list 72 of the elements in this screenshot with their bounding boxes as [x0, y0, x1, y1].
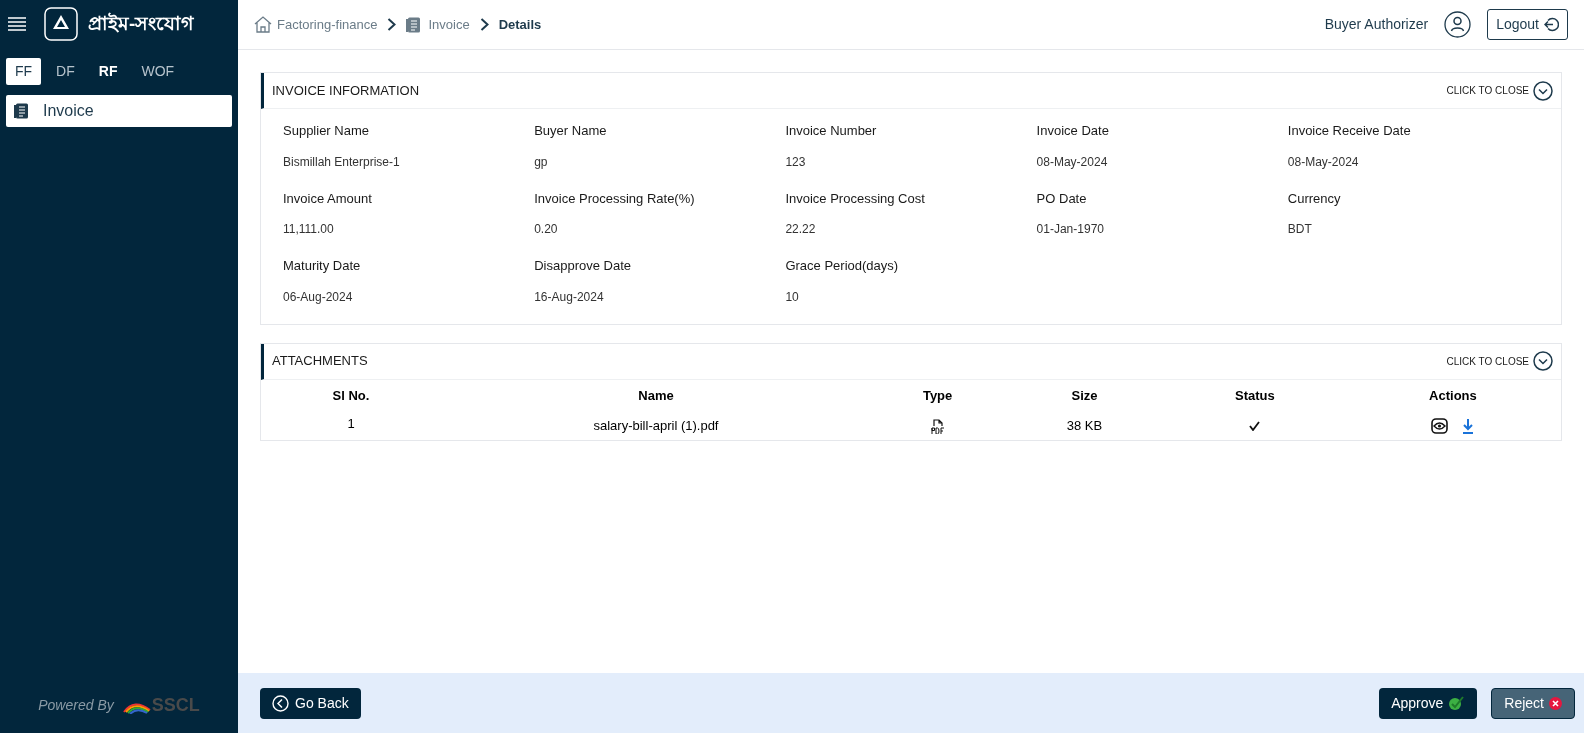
user-avatar-icon[interactable] [1444, 11, 1472, 38]
view-icon[interactable] [1431, 417, 1449, 434]
home-icon [254, 16, 272, 33]
field-label: Invoice Date [1036, 122, 1110, 140]
module-tab[interactable]: WOF [132, 58, 184, 85]
field-label: Invoice Processing Cost [785, 189, 926, 208]
menu-icon[interactable] [8, 17, 26, 31]
field-value: 01-Jan-1970 [1036, 221, 1105, 238]
breadcrumb-current: Details [498, 15, 542, 34]
field-value: 123 [785, 153, 807, 171]
powered-by-text: Powered By [38, 696, 114, 715]
chevron-down-circle-icon [1533, 351, 1553, 371]
field-value: 16-Aug-2024 [534, 288, 605, 306]
field-value: Bismillah Enterprise-1 [283, 153, 401, 171]
download-icon[interactable] [1462, 417, 1475, 434]
column-header: Status [1233, 386, 1276, 405]
field-value: BDT [1287, 221, 1313, 238]
field-label: Supplier Name [283, 122, 370, 140]
document-list-icon [406, 16, 422, 33]
field-value: 22.22 [785, 221, 817, 238]
column-header: Type [921, 386, 954, 405]
module-tab[interactable]: DF [47, 58, 84, 85]
panel-title: ATTACHMENTS [272, 352, 368, 371]
field-label: Invoice Number [785, 122, 878, 140]
field-value: 0.20 [534, 221, 559, 238]
panel-title: INVOICE INFORMATION [272, 81, 420, 100]
breadcrumb-link[interactable]: Factoring-finance [254, 14, 378, 35]
collapse-toggle[interactable]: CLICK TO CLOSE [1446, 351, 1553, 371]
table-cell-text: 38 KB [1065, 416, 1104, 435]
collapse-toggle[interactable]: CLICK TO CLOSE [1446, 80, 1553, 101]
field-value: 08-May-2024 [1287, 153, 1360, 171]
check-circle-icon [1448, 695, 1466, 711]
reject-button[interactable]: Reject [1491, 687, 1575, 719]
logo-text: SSCL [151, 694, 200, 717]
logo-icon [44, 7, 78, 41]
field-value: 08-May-2024 [1036, 153, 1109, 171]
approve-button[interactable]: Approve [1379, 687, 1478, 719]
sidebar-item[interactable]: Invoice [6, 95, 232, 127]
brand-title: প্রাইম-সংযোগ [88, 11, 194, 36]
field-label: PO Date [1036, 189, 1088, 208]
table-cell-text: 1 [346, 414, 356, 433]
field-label: Buyer Name [534, 122, 608, 140]
field-label: Grace Period(days) [785, 257, 900, 275]
breadcrumb-link[interactable]: Invoice [406, 14, 470, 35]
column-header: Actions [1428, 386, 1478, 405]
field-value: 06-Aug-2024 [283, 288, 354, 306]
field-value: 10 [785, 288, 800, 306]
chevron-down-circle-icon [1533, 80, 1553, 101]
pdf-file-icon [930, 418, 945, 434]
module-tab[interactable]: RF [89, 58, 127, 85]
field-label: Disapprove Date [534, 257, 632, 275]
back-circle-icon [272, 694, 289, 712]
field-value: 11,111.00 [283, 221, 335, 238]
column-header: Size [1070, 386, 1099, 405]
module-tab[interactable]: FF [6, 58, 42, 85]
column-header: Sl No. [331, 386, 371, 405]
document-list-icon [14, 103, 29, 119]
close-circle-icon [1549, 696, 1562, 710]
field-label: Maturity Date [283, 257, 362, 275]
field-label: Currency [1287, 189, 1342, 208]
logout-icon [1544, 17, 1559, 32]
field-label: Invoice Amount [283, 189, 373, 208]
field-value: gp [534, 153, 549, 171]
table-cell-text: salary-bill-april (1).pdf [592, 416, 720, 435]
chevron-right-icon [387, 18, 397, 31]
column-header: Name [637, 386, 675, 405]
field-label: Invoice Receive Date [1287, 122, 1412, 140]
field-label: Invoice Processing Rate(%) [534, 189, 696, 208]
logout-button[interactable]: Logout [1487, 9, 1568, 40]
go-back-button[interactable]: Go Back [260, 687, 361, 719]
chevron-right-icon [479, 18, 489, 31]
user-role: Buyer Authorizer [1324, 15, 1429, 34]
